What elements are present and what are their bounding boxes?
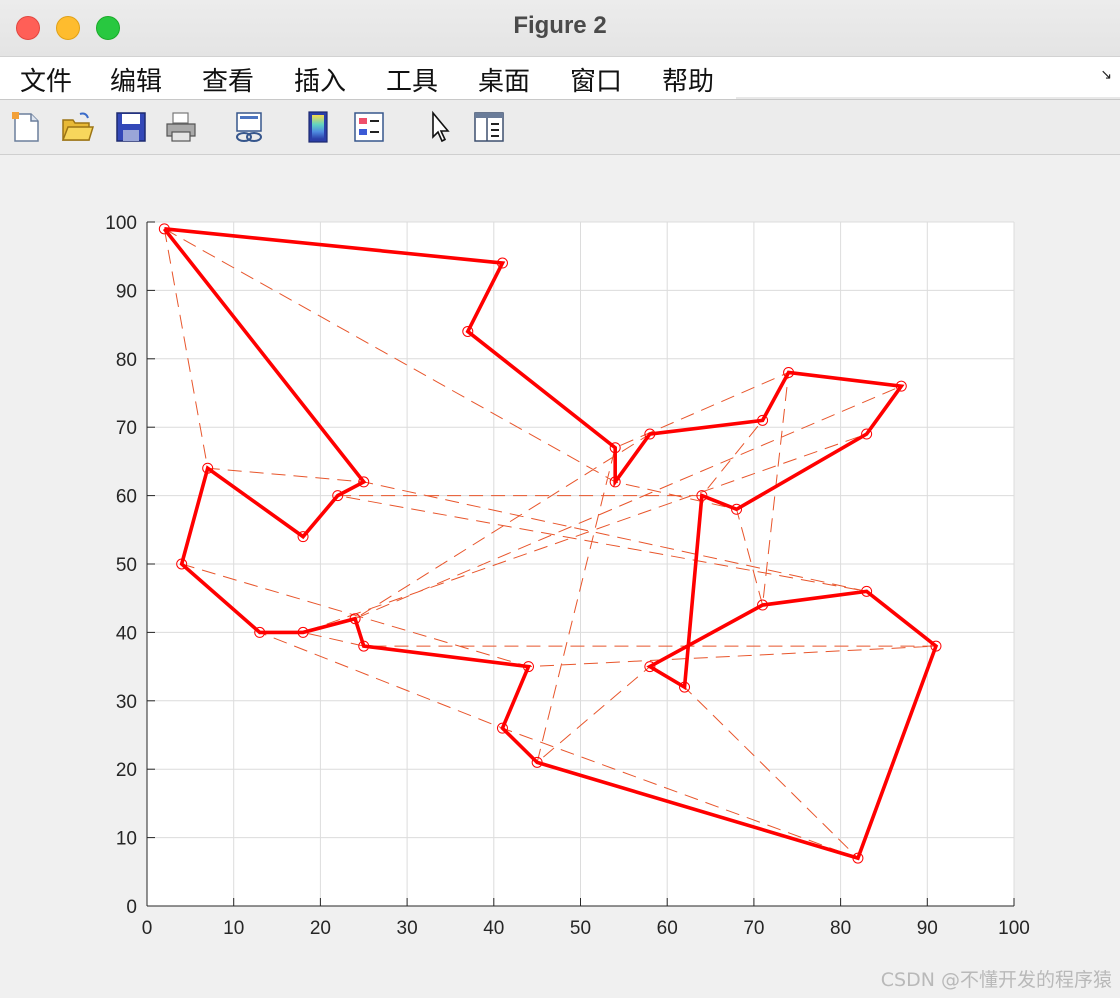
link-plot-icon[interactable] — [232, 110, 266, 144]
print-icon[interactable] — [164, 110, 198, 144]
x-tick-label: 40 — [483, 918, 504, 939]
x-tick-label: 90 — [917, 918, 938, 939]
toolbar — [0, 100, 1120, 155]
y-tick-label: 20 — [116, 760, 137, 781]
plot-canvas[interactable]: 0 10 20 30 40 50 60 70 80 90 100 0 10 20 30 40 50 60 70 80… — [0, 155, 1120, 998]
window-title: Figure 2 — [513, 12, 607, 39]
y-tick-label: 40 — [116, 623, 137, 644]
x-tick-label: 20 — [310, 918, 331, 939]
property-editor-icon[interactable] — [472, 110, 506, 144]
y-tick-label: 50 — [116, 555, 137, 576]
x-tick-label: 30 — [397, 918, 418, 939]
colorbar-icon[interactable] — [301, 110, 335, 144]
save-icon[interactable] — [114, 110, 148, 144]
y-tick-label: 100 — [105, 213, 137, 234]
menu-view[interactable]: 查看 — [202, 61, 254, 98]
x-tick-label: 100 — [998, 918, 1030, 939]
menu-bar-divider — [736, 97, 1120, 99]
y-tick-label: 30 — [116, 692, 137, 713]
x-tick-label: 10 — [223, 918, 244, 939]
y-tick-label: 60 — [116, 487, 137, 508]
menu-bar: 文件 编辑 查看 插入 工具 桌面 窗口 帮助 ↘ — [0, 57, 1120, 100]
menu-help[interactable]: 帮助 — [662, 61, 714, 98]
x-tick-label: 0 — [142, 918, 153, 939]
x-tick-label: 50 — [570, 918, 591, 939]
menu-edit[interactable]: 编辑 — [110, 61, 162, 98]
y-tick-labels: 0 10 20 30 40 50 60 70 80 90 100 — [105, 213, 137, 918]
y-tick-label: 10 — [116, 829, 137, 850]
y-tick-label: 70 — [116, 418, 137, 439]
pointer-icon[interactable] — [423, 110, 457, 144]
x-tick-label: 60 — [657, 918, 678, 939]
y-tick-label: 90 — [116, 281, 137, 302]
y-tick-label: 0 — [126, 897, 137, 918]
title-bar: Figure 2 — [0, 0, 1120, 57]
x-tick-label: 80 — [830, 918, 851, 939]
menu-desktop[interactable]: 桌面 — [478, 61, 530, 98]
menu-overflow-icon[interactable]: ↘ — [1100, 67, 1112, 83]
x-tick-labels: 0 10 20 30 40 50 60 70 80 90 100 — [142, 918, 1030, 939]
menu-file[interactable]: 文件 — [20, 61, 72, 98]
new-figure-icon[interactable] — [9, 110, 43, 144]
menu-insert[interactable]: 插入 — [294, 61, 346, 98]
watermark: CSDN @不懂开发的程序猿 — [880, 969, 1112, 991]
x-tick-label: 70 — [743, 918, 764, 939]
legend-icon[interactable] — [352, 110, 386, 144]
open-file-icon[interactable] — [60, 110, 94, 144]
figure-canvas[interactable]: 0 10 20 30 40 50 60 70 80 90 100 0 10 20 30 40 50 60 70 80… — [0, 155, 1120, 998]
y-tick-label: 80 — [116, 350, 137, 371]
menu-tools[interactable]: 工具 — [386, 61, 438, 98]
menu-window[interactable]: 窗口 — [570, 61, 622, 98]
